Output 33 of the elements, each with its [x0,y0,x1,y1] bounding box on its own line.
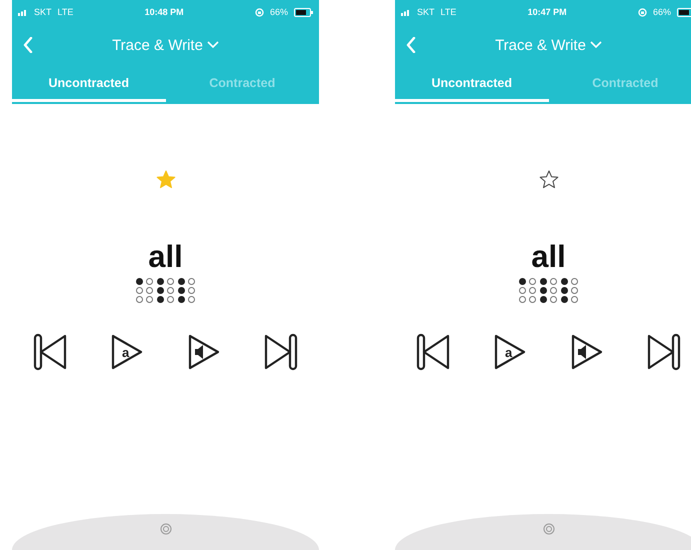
ring-icon [160,523,172,535]
chevron-down-icon [206,41,219,49]
skip-forward-button[interactable] [262,333,299,371]
skip-back-button[interactable] [32,333,68,371]
battery-text: 66% [270,7,288,17]
tab[interactable]: Contracted [166,66,319,102]
tab[interactable]: Contracted [548,66,691,102]
back-icon [23,37,33,53]
signal-icon [401,8,411,16]
mode-dropdown[interactable]: Trace & Write [495,36,602,54]
word-text: all [531,240,566,274]
star-icon[interactable] [538,170,558,189]
word-text: all [148,240,183,274]
network-text: LTE [440,7,456,17]
carrier-text: SKT [417,7,435,17]
battery-icon [677,8,691,16]
battery-icon [294,8,313,16]
rotation-lock-icon [638,8,647,16]
mode-dropdown[interactable]: Trace & Write [112,36,219,54]
tab[interactable]: Uncontracted [12,66,166,102]
rotation-lock-icon [254,8,264,16]
signal-icon [18,8,28,16]
battery-text: 66% [652,7,671,17]
skip-back-button[interactable] [415,333,452,371]
ring-icon [542,523,554,535]
chevron-down-icon [590,41,602,49]
network-text: LTE [58,7,74,17]
back-icon [406,37,416,53]
clock-text: 10:47 PM [528,7,567,17]
tab[interactable]: Uncontracted [395,66,548,102]
carrier-text: SKT [34,7,52,17]
skip-forward-button[interactable] [646,333,682,371]
clock-text: 10:48 PM [144,7,184,17]
